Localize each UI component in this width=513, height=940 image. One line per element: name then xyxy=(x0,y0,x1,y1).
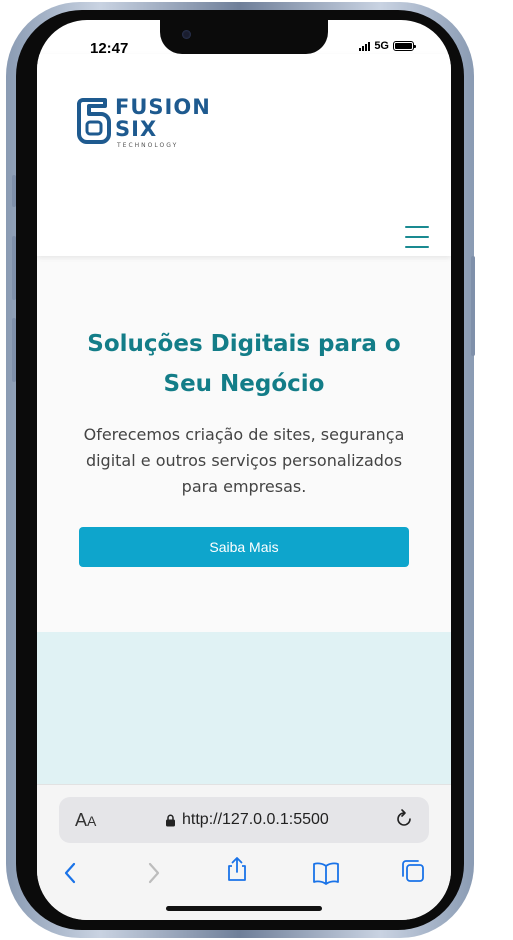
text-size-button[interactable]: AA xyxy=(75,810,96,831)
address-bar[interactable]: AA http://127.0.0.1:5500 xyxy=(59,797,429,843)
brand-logo[interactable]: FUSION SIX TECHNOLOGY xyxy=(77,96,211,149)
hero-description: Oferecemos criação de sites, segurança d… xyxy=(83,425,405,496)
battery-icon xyxy=(393,41,416,51)
hamburger-menu-icon[interactable] xyxy=(405,226,429,248)
logo-wordmark: FUSION SIX TECHNOLOGY xyxy=(115,96,211,149)
power-button xyxy=(471,256,475,356)
tabs-icon[interactable] xyxy=(399,857,427,885)
cellular-signal-icon xyxy=(359,41,371,51)
back-icon[interactable] xyxy=(57,859,85,887)
services-section xyxy=(37,632,451,792)
hero-section: Soluções Digitais para o Seu Negócio Ofe… xyxy=(37,256,451,632)
lock-icon xyxy=(166,814,175,826)
home-indicator[interactable] xyxy=(166,906,322,911)
url-display[interactable]: http://127.0.0.1:5500 xyxy=(165,811,329,829)
status-indicators: 5G xyxy=(359,40,416,52)
front-camera xyxy=(182,30,191,39)
network-label: 5G xyxy=(374,40,389,52)
logo-line-six: SIX xyxy=(115,117,158,141)
share-icon[interactable] xyxy=(223,855,251,883)
forward-icon[interactable] xyxy=(139,859,167,887)
logo-six-icon xyxy=(77,98,111,144)
hero-title: Soluções Digitais para o Seu Negócio xyxy=(87,331,401,397)
logo-line-fusion: FUSION xyxy=(115,95,211,119)
bookmarks-icon[interactable] xyxy=(312,859,340,887)
browser-nav-toolbar xyxy=(37,857,451,899)
browser-toolbar: AA http://127.0.0.1:5500 xyxy=(37,784,451,920)
logo-line-technology: TECHNOLOGY xyxy=(117,142,179,149)
site-header: FUSION SIX TECHNOLOGY xyxy=(37,54,451,256)
phone-screen: 12:47 5G FUSION SIX TECHNOLOGY Soluções … xyxy=(37,20,451,920)
reload-icon[interactable] xyxy=(393,808,415,830)
saiba-mais-button[interactable]: Saiba Mais xyxy=(79,527,409,567)
url-text: http://127.0.0.1:5500 xyxy=(182,811,329,828)
